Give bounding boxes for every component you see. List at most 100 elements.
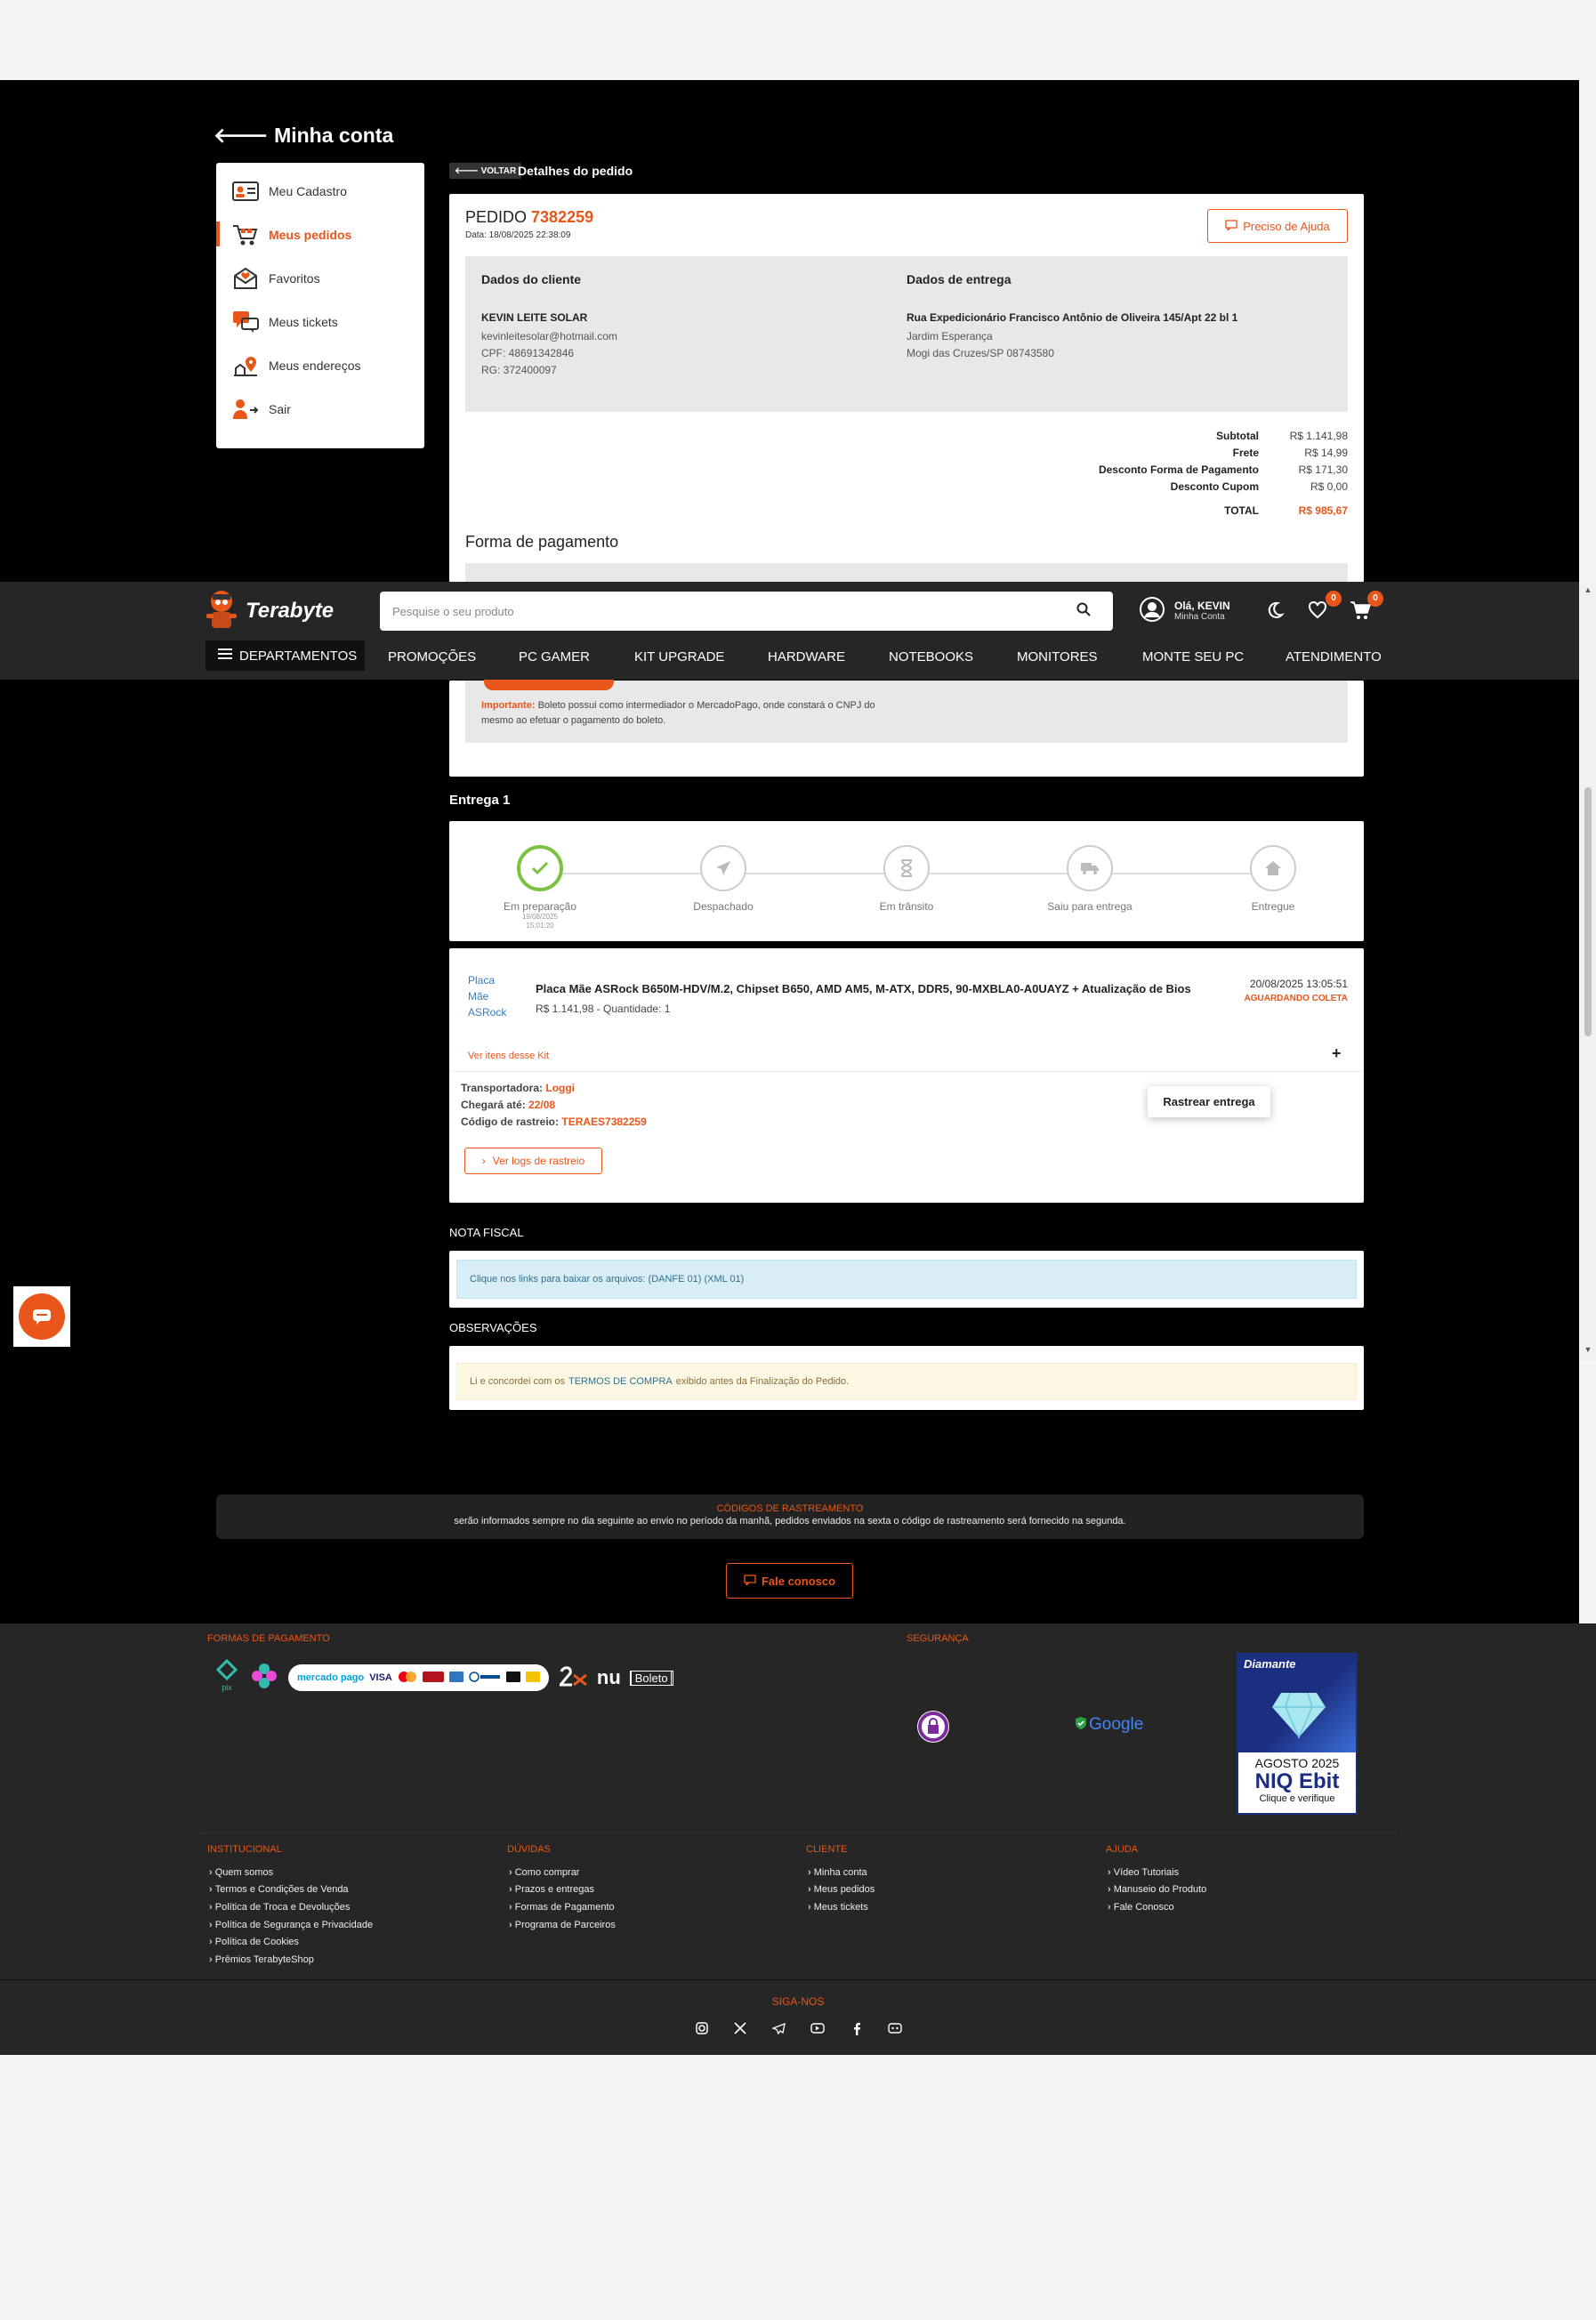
footer-link[interactable]: Vídeo Tutoriais: [1108, 1867, 1179, 1878]
chevron-right-icon: ›: [481, 1155, 486, 1167]
boleto-note-text: Boleto possui como intermediador o Merca…: [481, 700, 875, 726]
footer-link[interactable]: Prêmios TerabyteShop: [209, 1954, 314, 1965]
account-menu[interactable]: Olá, KEVIN Minha Conta: [1139, 593, 1230, 629]
track-delivery-button[interactable]: Rastrear entrega: [1148, 1086, 1270, 1117]
nav-promocoes[interactable]: PROMOÇÕES: [388, 640, 476, 673]
account-sidebar: Meu Cadastro Meus pedidos Favoritos Meus…: [216, 163, 424, 448]
kit-items-link[interactable]: Ver itens desse Kit: [468, 1051, 549, 1061]
delivery-district: Jardim Esperança: [907, 330, 993, 342]
theme-toggle-icon[interactable]: [1265, 600, 1288, 624]
nav-hardware[interactable]: HARDWARE: [768, 640, 845, 673]
security-seal-icon[interactable]: [916, 1710, 950, 1748]
flower-icon: [249, 1661, 279, 1696]
footer-link[interactable]: Política de Segurança e Privacidade: [209, 1920, 373, 1930]
scrollbar-thumb[interactable]: [1584, 787, 1592, 1036]
check-icon: [517, 845, 563, 891]
tracking-logs-button[interactable]: › Ver logs de rastreio: [464, 1148, 602, 1174]
footer-link[interactable]: Como comprar: [509, 1867, 580, 1878]
summary-value: R$ 1.141,98: [1289, 430, 1348, 442]
observations-pre: Li e concordei com os: [470, 1376, 565, 1387]
footer-link[interactable]: Quem somos: [209, 1867, 273, 1878]
sidebar-item-sair[interactable]: Sair: [216, 387, 424, 431]
expand-kit-icon[interactable]: +: [1332, 1044, 1342, 1063]
payment-methods-heading: FORMAS DE PAGAMENTO: [207, 1633, 330, 1644]
arrow-left-icon[interactable]: 🡐: [214, 124, 269, 147]
discord-icon[interactable]: [887, 2020, 903, 2036]
invoice-links[interactable]: Clique nos links para baixar os arquivos…: [456, 1260, 1357, 1299]
account-title: 🡐 Minha conta: [214, 123, 393, 148]
contact-button[interactable]: Fale conosco: [726, 1563, 853, 1599]
boleto-note-bold: Importante:: [481, 700, 536, 711]
delivery-street: Rua Expedicionário Francisco Antônio de …: [907, 311, 1238, 324]
client-heading: Dados do cliente: [481, 272, 582, 286]
boleto-label: Boleto: [633, 1671, 670, 1685]
nav-monitores[interactable]: MONITORES: [1017, 640, 1098, 673]
mastercard-icon: [398, 1671, 417, 1686]
footer-link[interactable]: Prazos e entregas: [509, 1884, 594, 1895]
search-icon[interactable]: [1076, 602, 1094, 620]
footer-link[interactable]: Política de Cookies: [209, 1937, 299, 1947]
product-name[interactable]: Placa Mãe ASRock B650M-HDV/M.2, Chipset …: [536, 982, 1191, 995]
social-icons: [694, 2018, 903, 2039]
footer-link[interactable]: Manuseio do Produto: [1108, 1884, 1207, 1895]
ebit-date: AGOSTO 2025: [1254, 1756, 1340, 1770]
terabyte-logo[interactable]: Terabyte: [201, 589, 357, 633]
summary-value: R$ 0,00: [1310, 480, 1348, 493]
logo-text: Terabyte: [246, 599, 335, 623]
arrow-left-icon: 🡐: [455, 166, 479, 176]
arrival-value: 22/08: [528, 1099, 556, 1111]
nav-kit-upgrade[interactable]: KIT UPGRADE: [634, 640, 724, 673]
search-input[interactable]: Pesquise o seu produto: [380, 592, 1113, 631]
sidebar-item-label: Meus pedidos: [269, 227, 352, 242]
favorites-count-badge: 0: [1326, 591, 1342, 607]
heart-envelope-icon: [231, 266, 260, 291]
scroll-down-arrow[interactable]: ▼: [1584, 1345, 1592, 1354]
summary-value: R$ 14,99: [1304, 447, 1348, 459]
help-button[interactable]: Preciso de Ajuda: [1207, 209, 1348, 243]
telegram-icon[interactable]: [771, 2020, 787, 2036]
chat-widget-button[interactable]: [13, 1286, 70, 1347]
footer-link[interactable]: Termos e Condições de Venda: [209, 1884, 349, 1895]
order-number: 7382259: [531, 208, 594, 226]
product-status-date: 20/08/2025 13:05:51: [1249, 978, 1348, 990]
sidebar-item-cadastro[interactable]: Meu Cadastro: [216, 169, 424, 213]
truck-icon: [1067, 845, 1113, 891]
footer-link[interactable]: Fale Conosco: [1108, 1902, 1174, 1913]
summary-label: Subtotal: [1216, 430, 1259, 442]
footer-link[interactable]: Meus tickets: [808, 1902, 868, 1913]
step-label: Em trânsito: [879, 900, 934, 913]
back-button[interactable]: 🡐 VOLTAR: [449, 163, 522, 179]
shipment-title: Entrega 1: [449, 793, 511, 808]
instagram-icon[interactable]: [694, 2020, 710, 2036]
youtube-icon[interactable]: [810, 2020, 826, 2036]
nav-monte-seu-pc[interactable]: MONTE SEU PC: [1142, 640, 1244, 673]
sidebar-item-pedidos[interactable]: Meus pedidos: [216, 213, 424, 256]
sidebar-item-tickets[interactable]: Meus tickets: [216, 300, 424, 343]
facebook-icon[interactable]: [849, 2020, 865, 2036]
scroll-up-arrow[interactable]: ▲: [1584, 585, 1592, 594]
nav-notebooks[interactable]: NOTEBOOKS: [889, 640, 973, 673]
step-time: 15:01:20: [526, 922, 554, 930]
ebit-seal[interactable]: Diamante AGOSTO 2025 NIQ Ebit Clique e v…: [1237, 1653, 1358, 1815]
nav-atendimento[interactable]: ATENDIMENTO: [1286, 640, 1382, 673]
terms-link[interactable]: TERMOS DE COMPRA: [568, 1376, 673, 1387]
departments-button[interactable]: DEPARTAMENTOS: [206, 640, 365, 671]
footer-link[interactable]: Política de Troca e Devoluções: [209, 1902, 351, 1913]
sidebar-item-label: Meus endereços: [269, 358, 361, 373]
footer-link[interactable]: Formas de Pagamento: [509, 1902, 615, 1913]
user-icon: [1139, 596, 1165, 627]
sidebar-item-favoritos[interactable]: Favoritos: [216, 256, 424, 300]
product-image[interactable]: Placa Mãe ASRock: [468, 972, 511, 1026]
footer-link[interactable]: Minha conta: [808, 1867, 867, 1878]
google-safe-browsing-badge[interactable]: Google: [1075, 1715, 1143, 1735]
footer-heading-duvidas: DÚVIDAS: [507, 1844, 551, 1855]
summary-label: Desconto Forma de Pagamento: [1098, 463, 1259, 476]
footer-link[interactable]: Meus pedidos: [808, 1884, 875, 1895]
social-heading: SIGA-NOS: [771, 1995, 825, 2008]
x-icon[interactable]: [732, 2020, 748, 2036]
footer-link[interactable]: Programa de Parceiros: [509, 1920, 616, 1930]
nav-pc-gamer[interactable]: PC GAMER: [519, 640, 590, 673]
id-card-icon: [231, 179, 260, 204]
sidebar-item-enderecos[interactable]: Meus endereços: [216, 343, 424, 387]
summary-value: R$ 171,30: [1298, 463, 1348, 476]
